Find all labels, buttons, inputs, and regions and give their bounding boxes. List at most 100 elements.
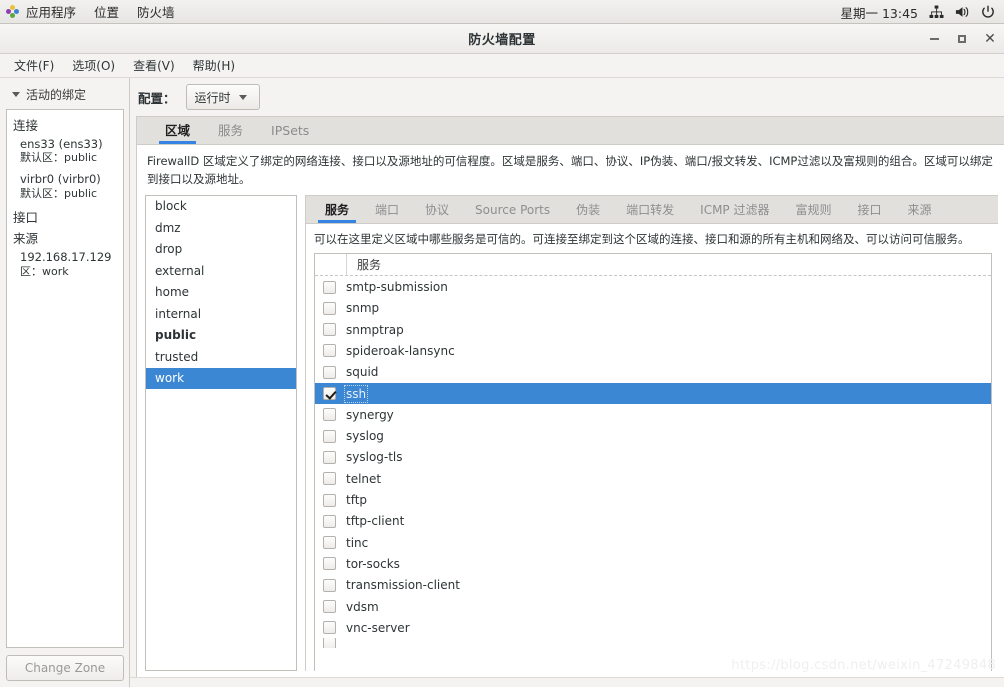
service-row-telnet[interactable]: telnet: [315, 468, 991, 489]
zone-detail-tab-bar: 服务 端口 协议 Source Ports 伪装 端口转发 ICMP 过滤器 富…: [306, 195, 998, 224]
service-row-tftp-client[interactable]: tftp-client: [315, 511, 991, 532]
service-checkbox[interactable]: [323, 621, 336, 635]
main-tab-bar: 区域 服务 IPSets: [137, 117, 1004, 145]
panel-menu-applications[interactable]: 应用程序: [0, 0, 85, 24]
clock-label[interactable]: 星期一 13:45: [841, 3, 919, 22]
service-row-partial[interactable]: [315, 638, 991, 649]
service-checkbox[interactable]: [323, 493, 336, 507]
service-checkbox[interactable]: [323, 514, 336, 528]
volume-icon[interactable]: [955, 5, 970, 19]
binding-entry-virbr0[interactable]: virbr0 (virbr0) 默认区：public: [20, 172, 117, 200]
service-checkbox[interactable]: [323, 408, 336, 422]
panel-menu-places[interactable]: 位置: [85, 0, 128, 24]
service-name: snmp: [346, 301, 380, 316]
minimize-icon[interactable]: [926, 31, 942, 47]
close-icon[interactable]: ✕: [982, 31, 998, 47]
service-table[interactable]: 服务 smtp-submission snmp snmptrap spidero…: [314, 253, 992, 671]
zone-item-drop[interactable]: drop: [146, 239, 296, 261]
service-row-tor-socks[interactable]: tor-socks: [315, 553, 991, 574]
service-checkbox[interactable]: [323, 600, 336, 614]
service-checkbox[interactable]: [323, 280, 336, 294]
zone-item-internal[interactable]: internal: [146, 303, 296, 325]
service-name: tor-socks: [346, 556, 400, 571]
binding-entry-ens33[interactable]: ens33 (ens33) 默认区：public: [20, 137, 117, 165]
change-zone-button[interactable]: Change Zone: [6, 655, 124, 681]
tab-zone-icmp-filter[interactable]: ICMP 过滤器: [687, 203, 782, 223]
zone-item-block[interactable]: block: [146, 196, 296, 217]
statusbar: [130, 677, 1004, 687]
tab-zone-services[interactable]: 服务: [312, 203, 362, 223]
service-row-smtp-submission[interactable]: smtp-submission: [315, 276, 991, 297]
service-name: vnc-server: [346, 620, 410, 635]
zone-item-work[interactable]: work: [146, 367, 296, 390]
service-row-snmp[interactable]: snmp: [315, 298, 991, 319]
service-checkbox[interactable]: [323, 387, 336, 401]
tab-ipsets[interactable]: IPSets: [257, 124, 323, 144]
bindings-group-title-interfaces: 接口: [13, 210, 39, 226]
tab-zone-masquerading[interactable]: 伪装: [563, 203, 613, 223]
service-row-syslog-tls[interactable]: syslog-tls: [315, 447, 991, 468]
zone-item-trusted[interactable]: trusted: [146, 346, 296, 368]
chevron-down-icon: [238, 94, 247, 100]
service-name: spideroak-lansync: [346, 343, 455, 358]
service-checkbox[interactable]: [323, 578, 336, 592]
zone-item-dmz[interactable]: dmz: [146, 217, 296, 239]
service-checkbox[interactable]: [323, 536, 336, 550]
service-row-snmptrap[interactable]: snmptrap: [315, 319, 991, 340]
service-checkbox[interactable]: [323, 557, 336, 571]
service-checkbox[interactable]: [323, 429, 336, 443]
service-row-spideroak-lansync[interactable]: spideroak-lansync: [315, 340, 991, 361]
menu-options[interactable]: 选项(O): [63, 54, 124, 77]
service-row-syslog[interactable]: syslog: [315, 426, 991, 447]
tab-zone-port-forwarding[interactable]: 端口转发: [613, 203, 687, 223]
service-checkbox[interactable]: [323, 323, 336, 337]
service-row-ssh[interactable]: ssh: [315, 382, 991, 405]
tab-zone-protocols[interactable]: 协议: [412, 203, 462, 223]
service-checkbox[interactable]: [323, 472, 336, 486]
menu-view[interactable]: 查看(V): [124, 54, 184, 77]
panel-menu-firewall[interactable]: 防火墙: [128, 0, 184, 24]
tab-services[interactable]: 服务: [204, 124, 257, 144]
service-name: syslog: [346, 429, 384, 444]
window-title: 防火墙配置: [468, 33, 536, 48]
power-icon[interactable]: [981, 5, 995, 19]
configuration-select[interactable]: 运行时: [185, 84, 260, 110]
service-checkbox[interactable]: [323, 301, 336, 315]
tab-zones[interactable]: 区域: [151, 124, 204, 144]
menubar: 文件(F) 选项(O) 查看(V) 帮助(H): [0, 54, 1004, 78]
tab-zone-interfaces[interactable]: 接口: [845, 203, 895, 223]
tab-zone-rich-rules[interactable]: 富规则: [782, 203, 844, 223]
service-row-transmission-client[interactable]: transmission-client: [315, 575, 991, 596]
zone-item-external[interactable]: external: [146, 260, 296, 282]
network-icon[interactable]: [929, 5, 944, 19]
binding-default-zone: 默认区：public: [20, 186, 98, 200]
service-checkbox[interactable]: [323, 344, 336, 358]
menu-help[interactable]: 帮助(H): [184, 54, 244, 77]
service-name: snmptrap: [346, 322, 404, 337]
bindings-list[interactable]: 连接 ens33 (ens33) 默认区：public virbr0 (virb…: [6, 109, 124, 648]
menu-file[interactable]: 文件(F): [5, 54, 63, 77]
tab-zone-ports[interactable]: 端口: [362, 203, 412, 223]
zone-list[interactable]: block dmz drop external home internal pu…: [145, 194, 297, 671]
zone-item-public[interactable]: public: [146, 325, 296, 347]
binding-entry-source-ip[interactable]: 192.168.17.129 区：work: [20, 250, 117, 278]
service-row-vdsm[interactable]: vdsm: [315, 596, 991, 617]
service-row-vnc-server[interactable]: vnc-server: [315, 617, 991, 638]
window-controls: ✕: [926, 24, 998, 54]
service-checkbox[interactable]: [323, 638, 336, 649]
zone-item-home[interactable]: home: [146, 282, 296, 304]
bindings-group-title-sources: 来源: [13, 231, 39, 247]
service-row-tftp[interactable]: tftp: [315, 489, 991, 510]
service-row-tinc[interactable]: tinc: [315, 532, 991, 553]
service-row-synergy[interactable]: synergy: [315, 404, 991, 425]
active-bindings-toggle[interactable]: 活动的绑定: [6, 84, 124, 109]
service-row-squid[interactable]: squid: [315, 362, 991, 383]
tab-zone-source-ports[interactable]: Source Ports: [462, 203, 563, 223]
tab-zone-sources[interactable]: 来源: [895, 203, 945, 223]
service-name: tftp: [346, 493, 368, 508]
service-checkbox[interactable]: [323, 365, 336, 379]
main-content: 配置： 运行时 区域 服务 IPSets FirewallD 区域定义了绑定的网…: [130, 78, 1004, 687]
service-checkbox[interactable]: [323, 450, 336, 464]
maximize-icon[interactable]: [954, 31, 970, 47]
window-titlebar: 防火墙配置 ✕: [0, 24, 1004, 54]
